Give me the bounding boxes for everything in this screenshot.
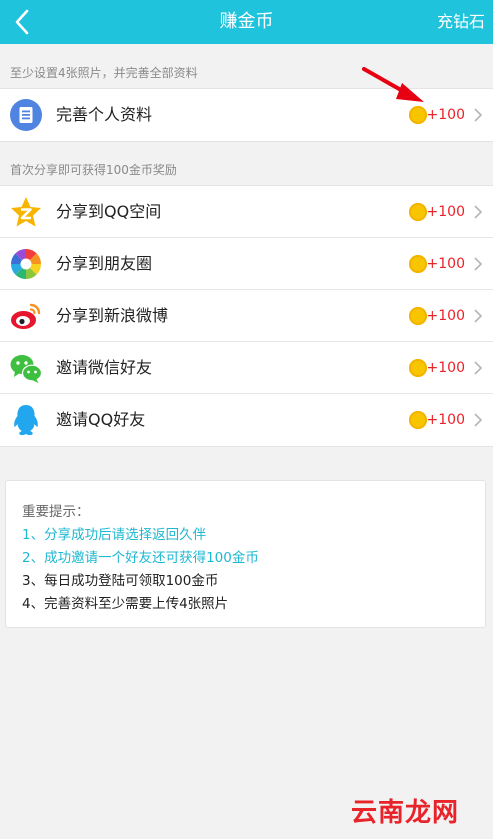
- coin-icon: [409, 203, 427, 221]
- reward-amount: +100: [426, 107, 465, 123]
- task-label: 分享到新浪微博: [56, 306, 169, 325]
- reward-amount: +100: [426, 360, 465, 376]
- tip-line: 3、每日成功登陆可领取100金币: [22, 573, 219, 589]
- coin-icon: [409, 411, 427, 429]
- weibo-icon: [10, 300, 42, 332]
- tip-line: 1、分享成功后请选择返回久伴: [22, 527, 207, 543]
- chevron-right-icon: [474, 309, 483, 323]
- reward-amount: +100: [426, 308, 465, 324]
- watermark-logo: 云南龙网: [350, 798, 459, 828]
- annotation-arrow-icon: [362, 67, 424, 102]
- task-label: 邀请微信好友: [56, 358, 153, 377]
- chevron-right-icon: [474, 108, 483, 122]
- coin-icon: [409, 307, 427, 325]
- recharge-diamond-button[interactable]: 充钻石: [437, 0, 485, 44]
- tips-title: 重要提示：: [22, 504, 90, 520]
- moments-aperture-icon: [10, 248, 42, 280]
- qzone-star-icon: [10, 196, 42, 228]
- wechat-icon: [10, 352, 42, 384]
- task-row-invite-wechat[interactable]: 邀请微信好友 +100: [0, 342, 493, 394]
- task-row-invite-qq[interactable]: 邀请QQ好友 +100: [0, 394, 493, 446]
- reward-amount: +100: [426, 412, 465, 428]
- chevron-right-icon: [474, 413, 483, 427]
- task-row-share-weibo[interactable]: 分享到新浪微博 +100: [0, 290, 493, 342]
- tip-line: 4、完善资料至少需要上传4张照片: [22, 596, 229, 612]
- task-row-share-qzone[interactable]: 分享到QQ空间 +100: [0, 186, 493, 238]
- reward-amount: +100: [426, 204, 465, 220]
- qq-penguin-icon: [10, 404, 42, 436]
- task-label: 分享到朋友圈: [56, 254, 153, 273]
- coin-icon: [409, 359, 427, 377]
- task-label: 分享到QQ空间: [56, 202, 162, 221]
- task-row-share-moments[interactable]: 分享到朋友圈 +100: [0, 238, 493, 290]
- chevron-right-icon: [474, 257, 483, 271]
- section-hint-profile: 至少设置4张照片，并完善全部资料: [10, 66, 198, 80]
- chevron-right-icon: [474, 205, 483, 219]
- task-label: 邀请QQ好友: [56, 410, 146, 429]
- coin-icon: [409, 255, 427, 273]
- tip-line: 2、成功邀请一个好友还可获得100金币: [22, 550, 259, 566]
- coin-icon: [409, 106, 427, 124]
- section-hint-share: 首次分享即可获得100金币奖励: [10, 163, 177, 177]
- page-title: 赚金币: [219, 11, 274, 32]
- top-bar: 赚金币 充钻石: [0, 0, 493, 44]
- share-task-list: 分享到QQ空间 +100 分享到朋友圈 +100 分享到新浪微博 +100 邀请…: [0, 185, 493, 447]
- chevron-right-icon: [474, 361, 483, 375]
- task-label: 完善个人资料: [56, 105, 153, 124]
- profile-doc-icon: [10, 99, 42, 131]
- reward-amount: +100: [426, 256, 465, 272]
- important-tips-box: 重要提示： 1、分享成功后请选择返回久伴 2、成功邀请一个好友还可获得100金币…: [5, 480, 486, 628]
